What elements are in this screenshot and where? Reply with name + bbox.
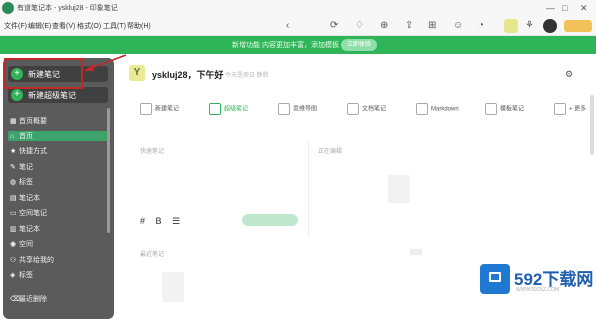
menu-bar: 文件(F) 编辑(E) 查看(V) 格式(O) 工具(T) 帮助(H) ‹ ⟳ … (0, 16, 596, 36)
tag-icon: ◍ (10, 179, 17, 186)
empty-doc-icon (388, 175, 410, 203)
save-button[interactable] (242, 214, 298, 226)
menu-help[interactable]: 帮助(H) (127, 21, 151, 31)
menu-file[interactable]: 文件(F) (4, 21, 27, 31)
plus-icon: + (11, 89, 23, 101)
new-super-note-button[interactable]: + 新建超级笔记 (8, 87, 108, 103)
grid-icon[interactable]: ⊞ (428, 20, 436, 32)
watermark-logo-icon (480, 264, 510, 294)
shield-icon (209, 103, 221, 115)
home-icon: ⌂ (10, 133, 15, 140)
sidebar-item-shared[interactable]: ⚇ 共享给我的 (10, 255, 54, 266)
promo-banner: 新增功能 内容更加丰富，添加模板 立即体验 (0, 36, 596, 54)
pen-icon: ✎ (10, 164, 16, 171)
window-title: 有道笔记本 - yskluj28 - 印象笔记 (17, 5, 118, 12)
quick-more[interactable]: + 更多 (554, 103, 586, 117)
hash-icon[interactable]: # (140, 216, 145, 226)
watermark-url: WWW.592XZ.COM (516, 287, 560, 293)
recent-notes-title: 最近笔记 (140, 252, 165, 258)
maximize-icon[interactable]: □ (562, 2, 567, 14)
quick-new-note[interactable]: 新建笔记 (140, 103, 179, 117)
share-icon[interactable]: ⇪ (405, 20, 413, 32)
sidebar-item-trash[interactable]: ⌫最近删除 (10, 294, 47, 305)
more-icon (554, 103, 566, 115)
menu-tools[interactable]: 工具(T) (103, 21, 126, 31)
quick-template[interactable]: 模板笔记 (485, 103, 524, 117)
menu-edit[interactable]: 编辑(E) (28, 21, 51, 31)
avatar[interactable] (504, 19, 518, 33)
notebook-icon: ▥ (10, 226, 17, 233)
gear-icon[interactable]: ⚙ (565, 69, 573, 80)
greeting-subtext: 今天是周日 静默 (225, 73, 269, 79)
back-icon[interactable]: ‹ (286, 20, 289, 32)
annotation-highlight-box (4, 58, 83, 89)
grid-icon: ▦ (10, 118, 17, 125)
user-avatar[interactable]: Y (129, 65, 145, 81)
book-icon: ▤ (10, 195, 17, 202)
profile-avatar[interactable] (543, 19, 557, 33)
new-super-note-label: 新建超级笔记 (28, 91, 76, 100)
sidebar-item-shortcuts[interactable]: ★ 快捷方式 (10, 146, 47, 157)
panel-title-quick: 快速笔记 (140, 149, 165, 155)
menu-format[interactable]: 格式(O) (77, 21, 101, 31)
smile-icon[interactable]: ☺ (453, 20, 463, 32)
minimize-icon[interactable]: — (546, 2, 555, 14)
sidebar-item-space-notes[interactable]: ▭ 空间笔记 (10, 208, 47, 219)
format-toolbar: # B ☰ (140, 216, 188, 227)
doc-icon (347, 103, 359, 115)
banner-button[interactable]: 立即体验 (341, 39, 377, 51)
editing-panel: 正在编辑 (314, 142, 590, 237)
sidebar-item-notebook[interactable]: ▥ 笔记本 (10, 224, 40, 235)
sidebar-item-notes[interactable]: ✎ 笔记 (10, 162, 33, 173)
gift-icon[interactable]: ⚘ (525, 20, 534, 32)
app-logo-icon (2, 2, 14, 14)
sidebar-item-space[interactable]: ◉ 空间 (10, 239, 33, 250)
site-watermark: 592下载网 WWW.592XZ.COM (478, 262, 594, 302)
list-icon[interactable]: ☰ (172, 216, 180, 226)
doc-icon: ▭ (10, 210, 17, 217)
sidebar-item-overview[interactable]: ▦ 首页概要 (10, 116, 47, 127)
vip-badge[interactable] (564, 20, 592, 32)
note-icon (140, 103, 152, 115)
sidebar-scrollbar[interactable] (107, 108, 110, 233)
trash-icon: ⌫ (10, 296, 20, 303)
bold-icon[interactable]: B (156, 216, 162, 226)
mindmap-icon (278, 103, 290, 115)
banner-text: 新增功能 内容更加丰富，添加模板 (232, 42, 339, 49)
sidebar-item-tags[interactable]: ◍ 标签 (10, 177, 33, 188)
bell-icon[interactable]: ♢ (355, 20, 364, 32)
quick-super-note[interactable]: 超级笔记 (209, 103, 248, 117)
main-scrollbar[interactable] (590, 95, 594, 155)
template-icon (485, 103, 497, 115)
panel-title-editing: 正在编辑 (318, 149, 343, 155)
sidebar-item-notebooks[interactable]: ▤ 笔记本 (10, 193, 40, 204)
sync-icon[interactable]: ⟳ (330, 20, 338, 32)
space-icon: ◉ (10, 241, 17, 248)
history-icon[interactable]: ◔ (478, 20, 484, 32)
greeting-text: yskluj28，下午好 (152, 70, 224, 80)
recent-doc-icon[interactable] (162, 272, 184, 302)
sidebar-item-home[interactable]: ⌂ 首页 (10, 131, 33, 142)
recent-more-link[interactable] (410, 249, 422, 255)
star-icon: ★ (10, 148, 17, 155)
tag-icon: ◈ (10, 272, 16, 279)
quick-markdown[interactable]: Markdown (416, 103, 459, 117)
quick-mindmap[interactable]: 思维导图 (278, 103, 317, 117)
add-icon[interactable]: ⊕ (380, 20, 388, 32)
menu-view[interactable]: 查看(V) (52, 21, 75, 31)
users-icon: ⚇ (10, 257, 17, 264)
quick-doc-note[interactable]: 文档笔记 (347, 103, 386, 117)
sidebar-item-tags-2[interactable]: ◈ 标签 (10, 270, 33, 281)
markdown-icon (416, 103, 428, 115)
title-bar: 有道笔记本 - yskluj28 - 印象笔记 — □ ✕ (0, 0, 596, 16)
close-icon[interactable]: ✕ (580, 2, 588, 14)
